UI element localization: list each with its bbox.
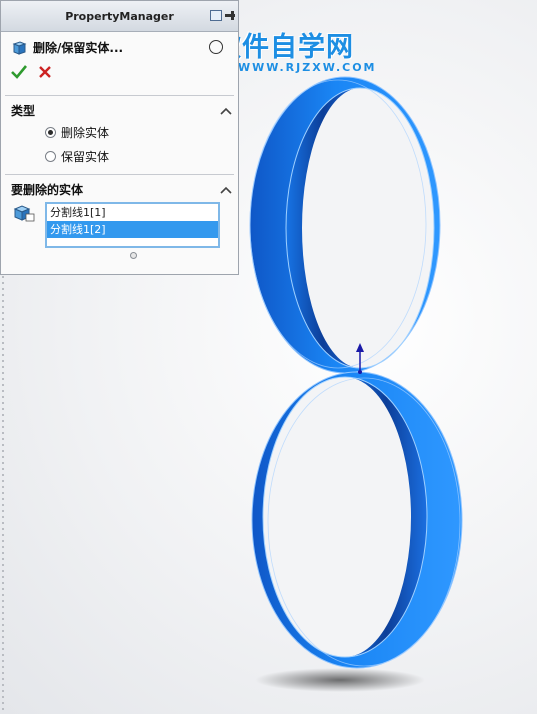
feature-name: 删除/保留实体... <box>33 41 124 55</box>
floor-shadow <box>255 668 425 692</box>
divider <box>5 174 234 175</box>
feature-body-icon <box>12 40 27 55</box>
divider <box>5 95 234 96</box>
list-item-selected[interactable]: 分割线1[2] <box>47 221 218 238</box>
chevron-up-icon[interactable] <box>220 185 232 195</box>
section-bodies-heading: 要删除的实体 <box>11 183 84 197</box>
radio-delete-bodies[interactable]: 删除实体 <box>45 124 109 141</box>
ok-check-icon[interactable] <box>11 65 27 79</box>
section-type-header[interactable]: 类型 <box>11 102 232 119</box>
pin-icon[interactable] <box>225 10 235 21</box>
chevron-up-icon[interactable] <box>220 106 232 116</box>
watermark-url: WWW.RJZXW.COM <box>238 61 377 74</box>
radio-label: 删除实体 <box>61 126 110 140</box>
panel-title-bar: PropertyManager <box>1 1 238 32</box>
section-type-heading: 类型 <box>11 104 36 118</box>
radio-button[interactable] <box>45 151 56 162</box>
radio-button-selected[interactable] <box>45 127 56 138</box>
radio-keep-bodies[interactable]: 保留实体 <box>45 148 109 165</box>
section-bodies-header[interactable]: 要删除的实体 <box>11 181 232 198</box>
panel-title: PropertyManager <box>65 9 174 23</box>
list-item[interactable]: 分割线1[1] <box>47 204 218 221</box>
lower-ring[interactable] <box>251 371 463 669</box>
radio-label: 保留实体 <box>61 150 110 164</box>
resize-grip-icon[interactable] <box>130 252 137 259</box>
upper-ring[interactable] <box>249 76 441 374</box>
cancel-x-icon[interactable] <box>38 65 52 79</box>
panel-layout-icon[interactable] <box>210 10 222 21</box>
property-manager-panel: PropertyManager 删除/保留实体... 类型 删除实体 保留实体 <box>0 0 239 275</box>
bodies-selection-list[interactable]: 分割线1[1] 分割线1[2] <box>45 202 220 248</box>
feature-header: 删除/保留实体... <box>11 39 123 56</box>
help-circle-icon[interactable] <box>209 40 223 54</box>
solid-bodies-icon <box>13 205 35 222</box>
